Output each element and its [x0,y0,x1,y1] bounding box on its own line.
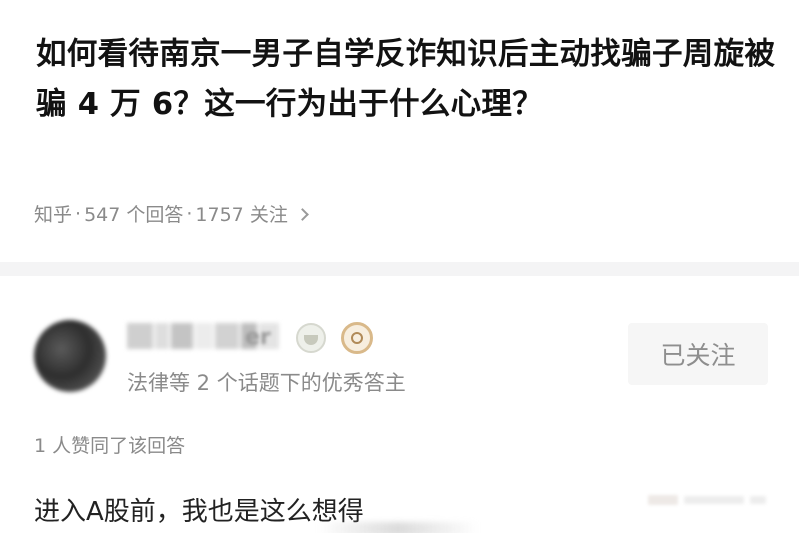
question-title[interactable]: 如何看待南京一男子自学反诈知识后主动找骗子周旋被骗 4 万 6？这一行为出于什么… [36,30,776,130]
followers-count: 1757 关注 [195,204,288,226]
answer-excerpt[interactable]: 进入A股前，我也是这么想得 [34,491,364,528]
follow-button[interactable]: 已关注 [628,323,768,385]
zhihu-answer-page: 如何看待南京一男子自学反诈知识后主动找骗子周旋被骗 4 万 6？这一行为出于什么… [0,0,799,533]
question-meta[interactable]: 知乎 · 547 个回答 · 1757 关注 [34,200,309,227]
author-headline: 法律等 2 个话题下的优秀答主 [127,371,406,395]
section-divider [0,262,799,276]
bottom-watermark-smudge [318,522,478,533]
blur-block [215,323,239,349]
blur-block [155,323,169,349]
meta-separator: · [186,202,193,225]
blur-block [195,323,213,349]
achievement-cup-icon[interactable] [296,323,326,353]
blur-block [171,323,193,349]
medal-ring-icon [351,332,363,344]
answers-count: 547 个回答 [84,204,184,226]
vote-count-text: 1 人赞同了该回答 [34,435,186,457]
source-label: 知乎 [34,204,73,226]
excellent-answerer-medal-icon[interactable] [341,322,373,354]
watermark-text-blur [684,496,744,504]
author-name-fragment: er [245,325,271,350]
watermark-text-blur [750,496,766,504]
blur-block [127,323,153,349]
watermark [648,489,778,511]
author-avatar[interactable] [34,320,106,392]
cup-icon [304,335,318,345]
chevron-right-icon [295,207,309,221]
watermark-mark [648,495,678,505]
meta-separator: · [75,202,82,225]
